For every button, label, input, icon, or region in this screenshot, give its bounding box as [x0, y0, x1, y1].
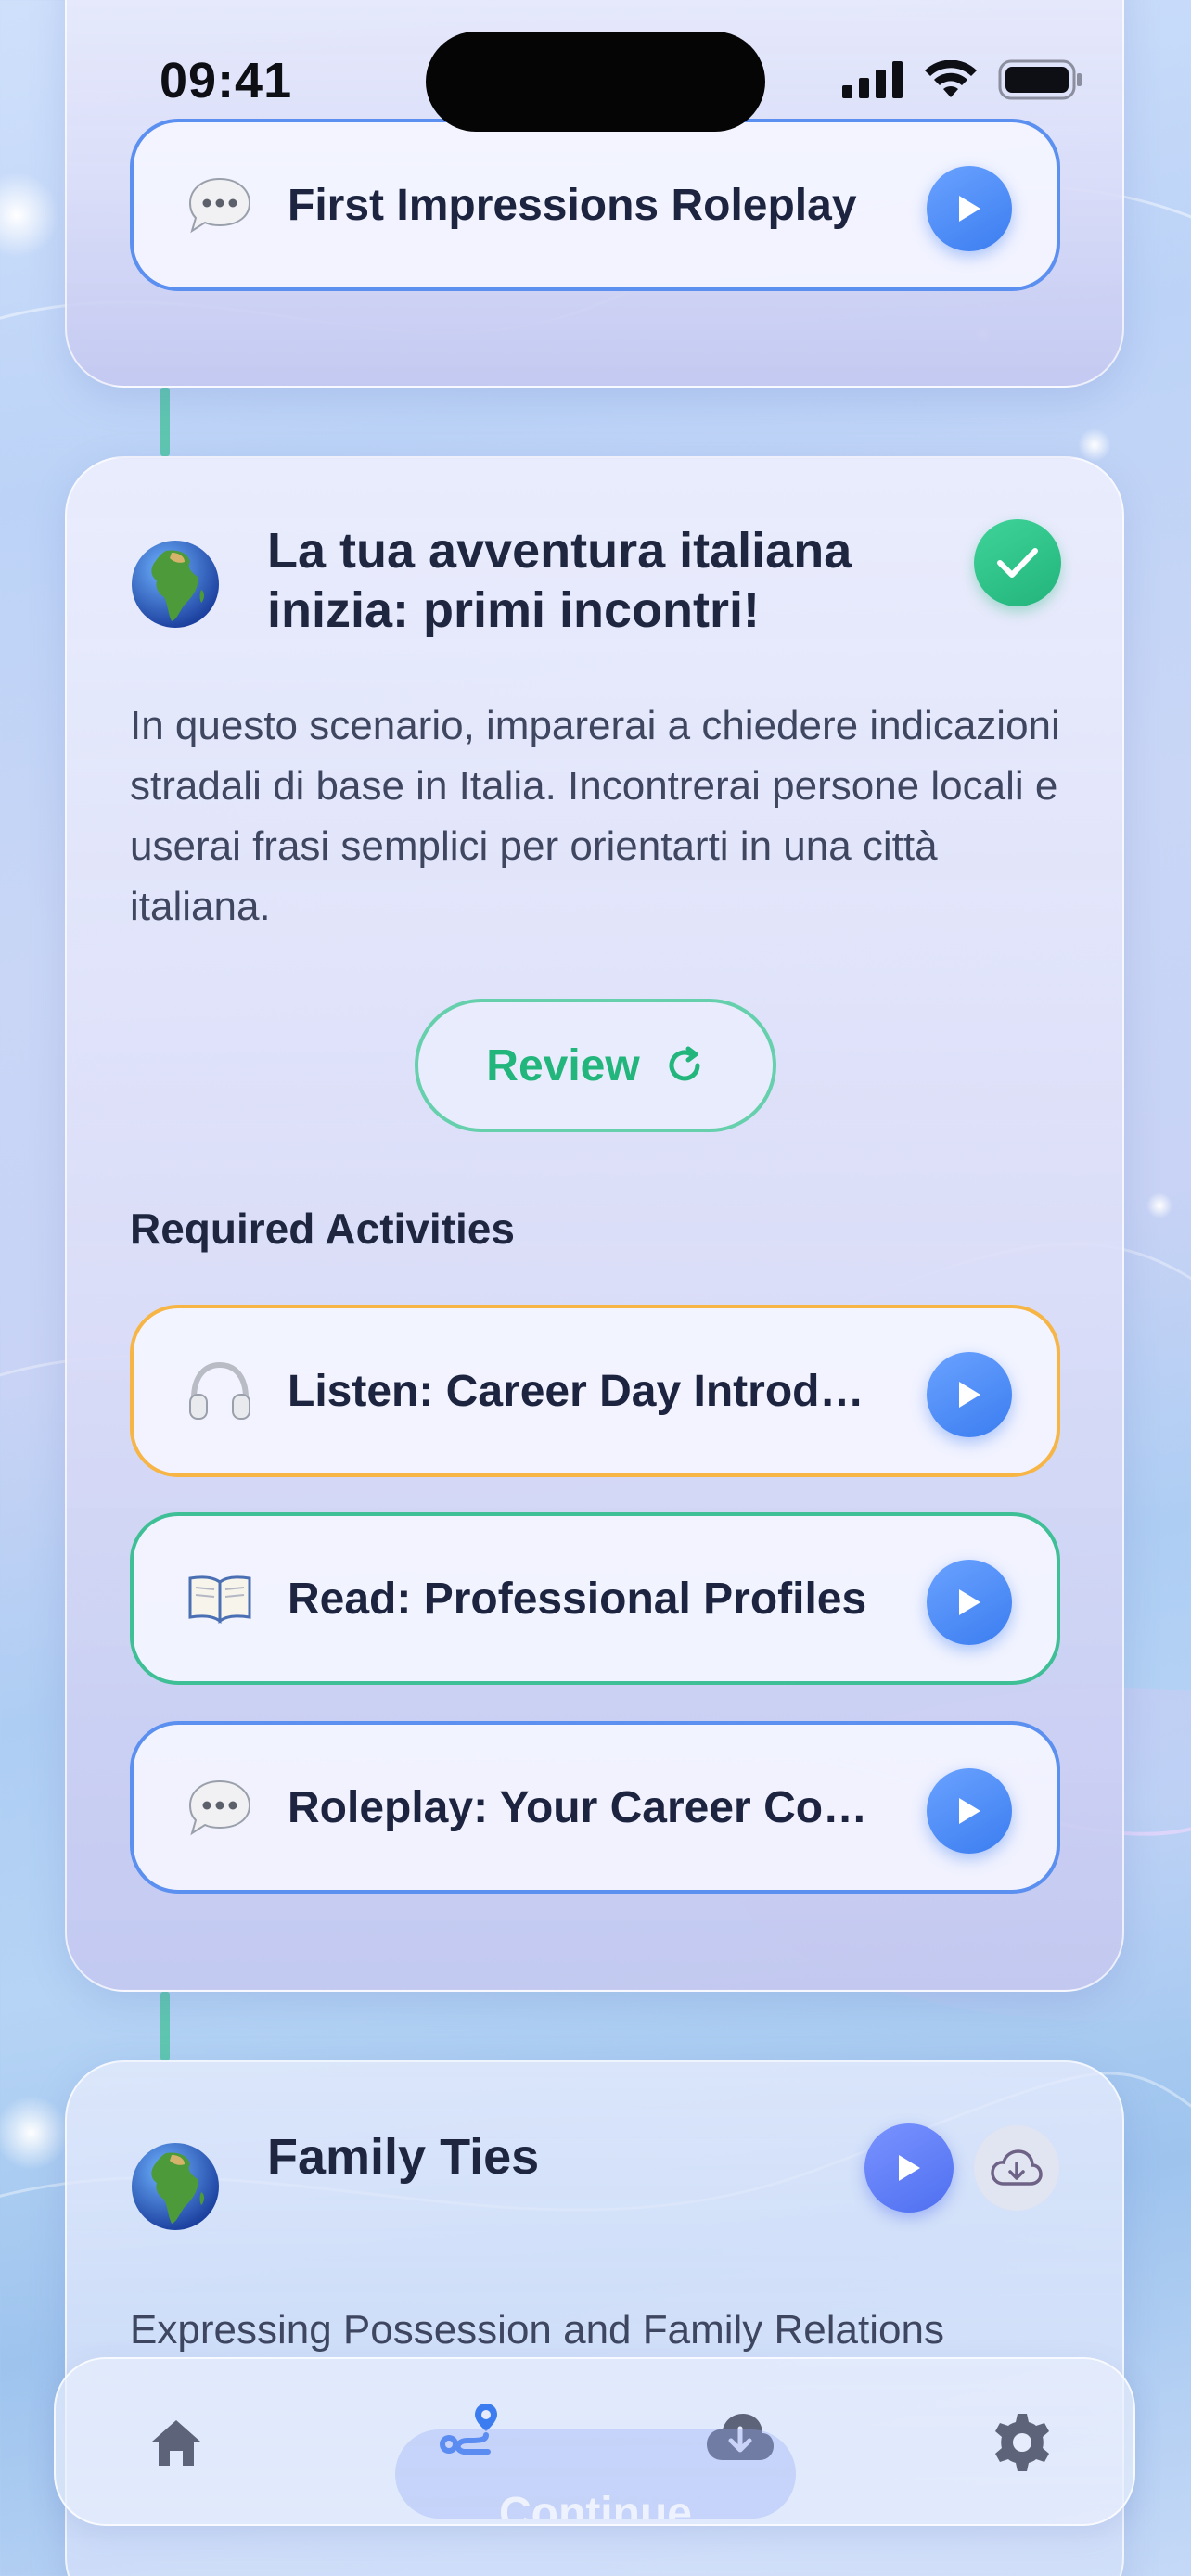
play-button[interactable] — [927, 166, 1012, 251]
activity-label: Read: Professional Profiles — [288, 1574, 867, 1624]
download-lesson-button[interactable] — [974, 2125, 1059, 2211]
dynamic-island — [426, 32, 765, 132]
cloud-download-icon — [991, 2149, 1043, 2186]
lesson-description: In questo scenario, imparerai a chiedere… — [130, 703, 1060, 929]
play-icon — [959, 1382, 980, 1408]
play-icon — [899, 2155, 920, 2181]
gear-icon — [995, 2414, 1049, 2471]
continue-label: Continue — [499, 2489, 692, 2519]
battery-icon — [998, 59, 1082, 100]
home-icon — [152, 2420, 200, 2466]
home-indicator — [403, 2539, 788, 2552]
required-activities-heading: Required Activities — [130, 1205, 515, 1253]
status-bar: 09:41 — [0, 0, 1191, 162]
activity-read[interactable]: Read: Professional Profiles — [130, 1512, 1060, 1685]
tab-home[interactable] — [130, 2396, 223, 2489]
review-label: Review — [486, 1040, 640, 1090]
globe-icon — [131, 540, 220, 629]
play-button[interactable] — [927, 1560, 1012, 1645]
continue-button[interactable]: Continue — [395, 2429, 796, 2519]
play-icon — [959, 1589, 980, 1615]
next-lesson-title: Family Ties — [267, 2129, 540, 2185]
open-book-icon — [178, 1557, 262, 1640]
review-button[interactable]: Review — [415, 999, 776, 1132]
play-button[interactable] — [927, 1352, 1012, 1437]
completed-check-icon — [974, 519, 1061, 606]
path-connector — [160, 388, 170, 456]
activity-roleplay[interactable]: Roleplay: Your Career Coun... — [130, 1721, 1060, 1894]
start-lesson-button[interactable] — [864, 2123, 954, 2213]
activity-label: Listen: Career Day Introduc... — [288, 1366, 881, 1416]
tab-settings[interactable] — [976, 2396, 1069, 2489]
activity-label: First Impressions Roleplay — [288, 180, 857, 230]
cellular-signal-icon — [842, 61, 903, 98]
play-icon — [959, 1798, 980, 1824]
status-icons — [842, 59, 1083, 100]
refresh-icon — [669, 1046, 700, 1081]
speech-bubble-icon — [178, 163, 262, 247]
speech-bubble-icon — [178, 1766, 262, 1849]
play-icon — [959, 196, 980, 222]
headphones-icon — [178, 1349, 262, 1433]
wifi-icon — [925, 60, 977, 97]
lesson-title: La tua avventura italiana inizia: primi … — [267, 523, 852, 638]
status-time: 09:41 — [160, 53, 293, 108]
next-lesson-subtitle: Expressing Possession and Family Relatio… — [130, 2307, 944, 2353]
activity-label: Roleplay: Your Career Coun... — [288, 1782, 881, 1832]
globe-icon — [131, 2142, 220, 2231]
activity-listen[interactable]: Listen: Career Day Introduc... — [130, 1305, 1060, 1477]
path-connector — [160, 1992, 170, 2060]
play-button[interactable] — [927, 1768, 1012, 1854]
